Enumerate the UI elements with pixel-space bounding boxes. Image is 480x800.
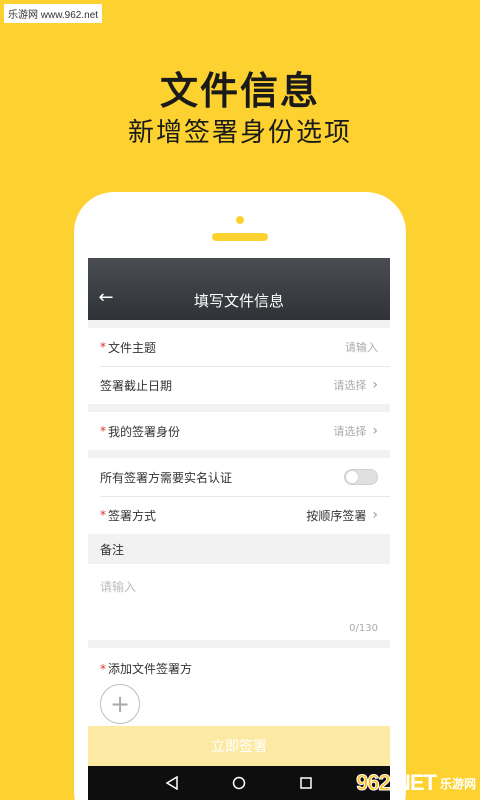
plus-icon: +: [109, 690, 131, 718]
required-mark: *: [100, 340, 106, 354]
page-title: 填写文件信息: [193, 292, 284, 310]
chevron-right-icon: ›: [372, 423, 378, 439]
watermark-sub: 乐游网: [439, 776, 476, 791]
required-mark: *: [100, 508, 106, 522]
deadline-row[interactable]: 签署截止日期 请选择 ›: [88, 366, 390, 404]
chevron-right-icon: ›: [372, 507, 378, 523]
phone-camera: [236, 216, 244, 224]
realname-label: 所有签署方需要实名认证: [100, 470, 233, 485]
add-signer-button[interactable]: +: [100, 684, 140, 724]
signers-label: 添加文件签署方: [108, 662, 193, 676]
phone-speaker: [212, 233, 268, 241]
submit-sign-button[interactable]: 立即签署: [88, 726, 390, 766]
notes-placeholder: 请输入: [100, 580, 137, 594]
doc-subject-row[interactable]: * 文件主题 请输入: [88, 328, 390, 366]
doc-subject-input[interactable]: 请输入: [345, 339, 378, 355]
sign-method-value: 按顺序签署: [306, 508, 367, 523]
identity-section: * 我的签署身份 请选择 ›: [88, 412, 390, 450]
notes-textarea[interactable]: 请输入 0/130: [88, 564, 390, 640]
promo-title: 文件信息: [159, 69, 320, 113]
required-mark: *: [100, 424, 106, 438]
notes-char-counter: 0/130: [349, 623, 378, 634]
nav-recents-icon[interactable]: [296, 773, 316, 793]
toggle-knob: [346, 471, 358, 483]
sign-method-row[interactable]: * 签署方式 按顺序签署 ›: [88, 496, 390, 534]
my-identity-row[interactable]: * 我的签署身份 请选择 ›: [88, 412, 390, 450]
deadline-label: 签署截止日期: [100, 378, 173, 393]
nav-back-icon[interactable]: [162, 773, 182, 793]
watermark-top-left: 乐游网 www.962.net: [4, 4, 103, 23]
android-nav-bar: [88, 766, 390, 800]
watermark-logo-number: 962: [356, 770, 392, 796]
required-mark: *: [100, 661, 106, 676]
my-identity-label: 我的签署身份: [108, 424, 181, 439]
app-screen: ← 填写文件信息 * 文件主题 请输入 签署截止日期 请选择 › * 我的签署身…: [88, 258, 390, 800]
notes-header: 备注: [88, 534, 390, 564]
sign-method-label: 签署方式: [108, 508, 157, 523]
my-identity-value: 请选择: [333, 425, 367, 438]
basic-info-section: * 文件主题 请输入 签署截止日期 请选择 ›: [88, 328, 390, 404]
nav-home-icon[interactable]: [229, 773, 249, 793]
watermark-bottom-right: 962.NET 乐游网: [356, 770, 476, 796]
chevron-right-icon: ›: [372, 377, 378, 393]
watermark-logo-text: .NET: [389, 770, 437, 795]
signers-section: * 添加文件签署方 +: [88, 648, 390, 728]
doc-subject-label: 文件主题: [108, 340, 157, 355]
promo-subtitle: 新增签署身份选项: [127, 118, 352, 148]
realname-row: 所有签署方需要实名认证: [88, 458, 390, 496]
realname-toggle[interactable]: [344, 469, 378, 485]
app-bar: ← 填写文件信息: [88, 258, 390, 320]
deadline-value: 请选择: [333, 379, 367, 392]
sign-settings-section: 所有签署方需要实名认证 * 签署方式 按顺序签署 ›: [88, 458, 390, 534]
